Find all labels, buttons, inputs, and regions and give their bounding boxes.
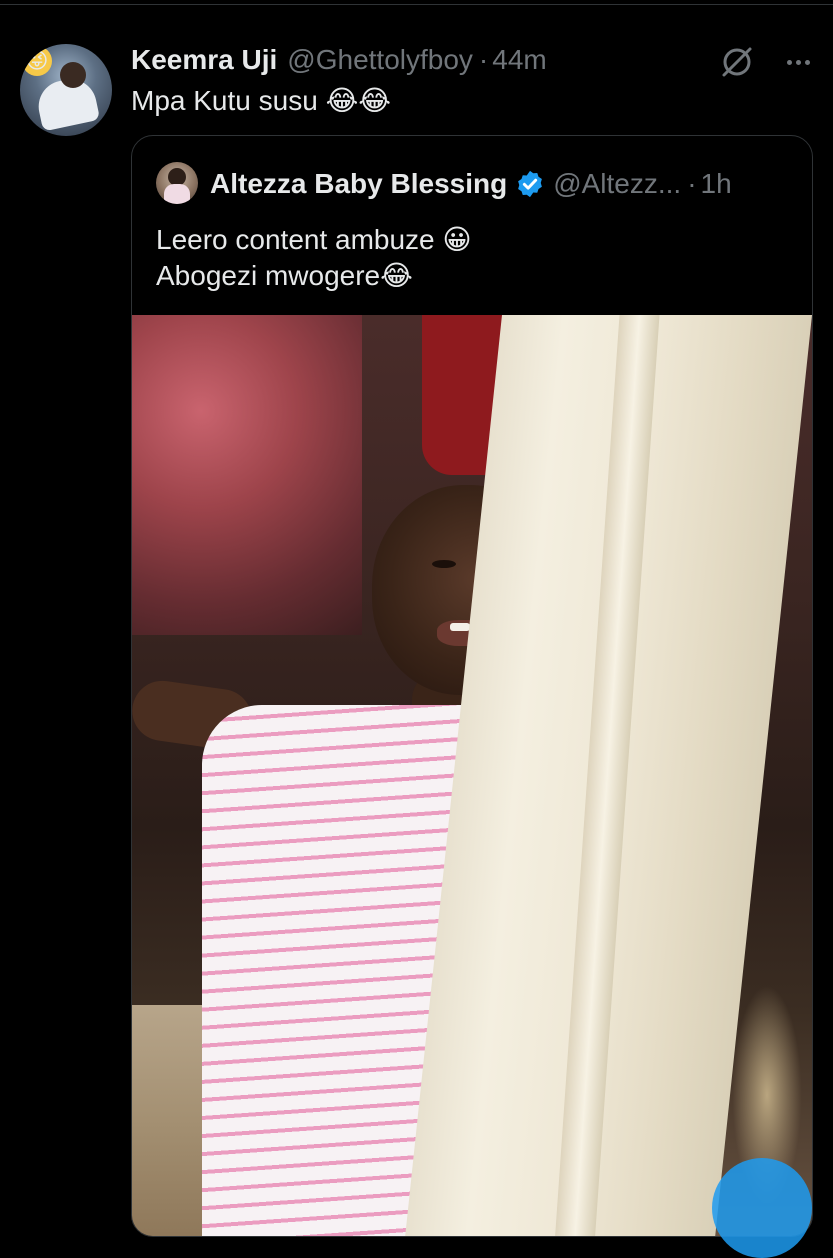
avatar-head — [60, 62, 86, 88]
tweet-text-content: Mpa Kutu susu — [131, 85, 318, 116]
author-name[interactable]: Keemra Uji — [131, 44, 277, 76]
more-dot — [795, 59, 801, 65]
quote-author-name[interactable]: Altezza Baby Blessing — [210, 168, 507, 200]
author-avatar[interactable]: 😜 — [20, 44, 112, 136]
quote-author-handle[interactable]: @Altezz... — [553, 168, 681, 200]
quote-photo[interactable] — [132, 315, 812, 1236]
more-dot — [804, 59, 810, 65]
author-handle[interactable]: @Ghettolyfboy — [287, 44, 473, 76]
tweet-time[interactable]: 44m — [492, 44, 546, 76]
quote-header-separator: · — [687, 168, 697, 199]
quote-line-2-text: Abogezi mwogere — [156, 260, 381, 291]
avatar-emoji-sticker: 😜 — [22, 46, 52, 76]
quote-header: Altezza Baby Blessing @Altezz... · 1h — [210, 166, 732, 202]
quote-text-line-1: Leero content ambuze 😀 — [156, 222, 472, 258]
grok-icon[interactable] — [718, 44, 756, 80]
more-icon[interactable] — [778, 44, 818, 80]
quote-time[interactable]: 1h — [701, 168, 732, 200]
photo-child-teeth — [450, 623, 470, 631]
quote-text: Leero content ambuze 😀 Abogezi mwogere😂 — [156, 222, 472, 294]
photo-child-eye — [432, 560, 456, 568]
verified-badge-icon — [518, 170, 543, 198]
tweet-text: Mpa Kutu susu 😂😂 — [131, 82, 391, 120]
compose-fab-button[interactable] — [712, 1158, 812, 1258]
photo-background-cloth — [132, 315, 362, 635]
tweet-header: Keemra Uji @Ghettolyfboy · 44m — [131, 42, 547, 78]
quoted-tweet-card[interactable]: Altezza Baby Blessing @Altezz... · 1h Le… — [131, 135, 813, 1237]
header-separator: · — [478, 44, 489, 75]
quote-avatar-body — [164, 184, 190, 204]
quote-author-avatar[interactable] — [156, 162, 198, 204]
more-dot — [786, 59, 792, 65]
quote-line-1-text: Leero content ambuze — [156, 224, 435, 255]
quote-line-2-emoji: 😂 — [380, 259, 413, 292]
quote-text-line-2: Abogezi mwogere😂 — [156, 258, 472, 294]
quote-line-1-emoji: 😀 — [442, 223, 472, 256]
top-divider — [0, 4, 833, 5]
tweet-emojis: 😂😂 — [325, 84, 391, 117]
